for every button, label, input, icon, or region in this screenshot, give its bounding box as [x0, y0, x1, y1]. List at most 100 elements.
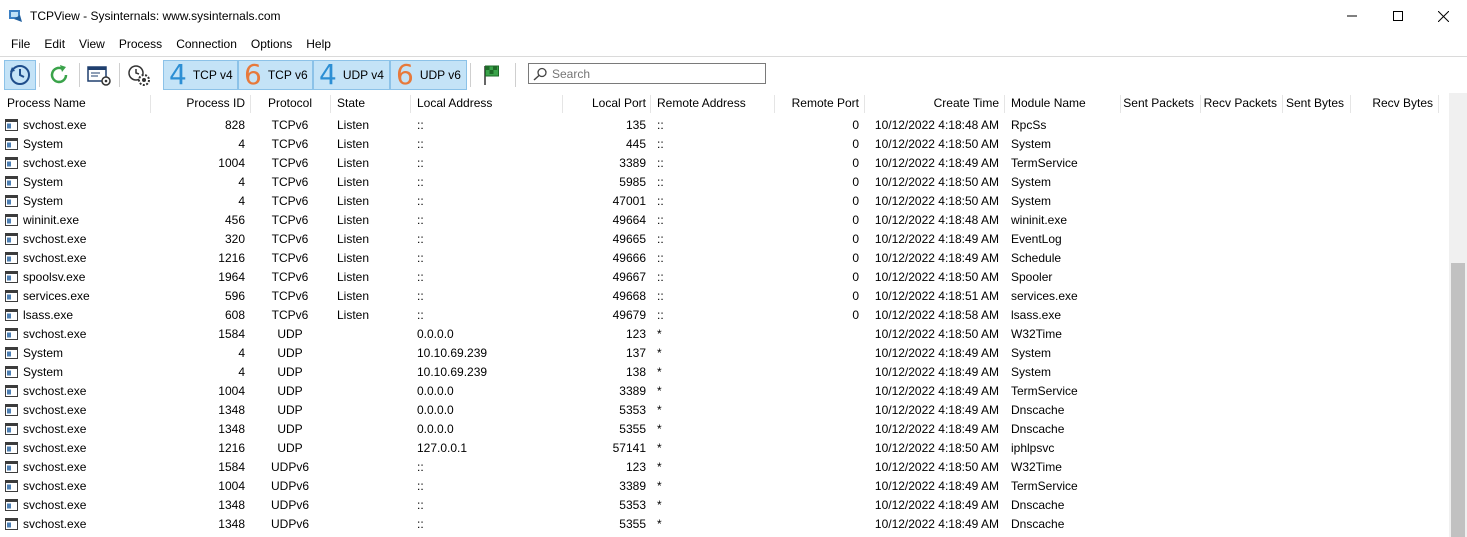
cell-remote-address: :: — [657, 270, 664, 284]
table-row[interactable]: wininit.exe 456 TCPv6 Listen:: 49664:: 0 10/12… — [0, 211, 1449, 230]
column-header-sent-packets[interactable]: Sent Packets — [1120, 93, 1194, 115]
menu-help[interactable]: Help — [299, 33, 338, 55]
column-header-protocol[interactable]: Protocol — [250, 93, 330, 115]
cell-module-name: lsass.exe — [1011, 308, 1062, 322]
column-header-recv-packets[interactable]: Recv Packets — [1200, 93, 1277, 115]
process-icon — [5, 461, 18, 473]
table-row[interactable]: svchost.exe 1348 UDP 0.0.0.0 5355 * 10/12/2022… — [0, 420, 1449, 439]
clock-refresh-icon — [10, 65, 30, 85]
table-row[interactable]: svchost.exe 1584 UDP 0.0.0.0 123 * 10/12/2022 … — [0, 325, 1449, 344]
udp-v4-toggle[interactable]: 4 UDP v4 — [313, 60, 390, 90]
menu-options[interactable]: Options — [244, 33, 299, 55]
cell-process-id: 1216 — [218, 441, 245, 455]
cell-module-name: System — [1011, 365, 1052, 379]
column-header-process-name[interactable]: Process Name — [7, 93, 147, 115]
cell-protocol: TCPv6 — [271, 270, 309, 284]
close-button[interactable] — [1420, 0, 1466, 32]
scrollbar-thumb[interactable] — [1451, 263, 1465, 537]
table-row[interactable]: svchost.exe 1348 UDP 0.0.0.0 5353 * 10/12/2022… — [0, 401, 1449, 420]
column-header-module-name[interactable]: Module Name — [1011, 93, 1116, 115]
table-row[interactable]: svchost.exe 1216 TCPv6 Listen:: 49666:: 0 10/1… — [0, 249, 1449, 268]
cell-module-name: W32Time — [1011, 460, 1062, 474]
show-unconnected-button[interactable] — [83, 60, 115, 90]
table-row[interactable]: svchost.exe 1584 UDPv6:: 123 * 10/12/2022 4:1… — [0, 458, 1449, 477]
table-row[interactable]: svchost.exe 1348 UDPv6:: 5353 * 10/12/2022 4:… — [0, 496, 1449, 515]
menu-edit[interactable]: Edit — [37, 33, 72, 55]
column-divider[interactable] — [330, 95, 331, 113]
maximize-button[interactable] — [1375, 0, 1421, 32]
cell-protocol: TCPv6 — [271, 175, 309, 189]
cell-process-id: 4 — [238, 365, 245, 379]
column-header-recv-bytes[interactable]: Recv Bytes — [1350, 93, 1433, 115]
menu-view[interactable]: View — [72, 33, 112, 55]
column-divider[interactable] — [1004, 95, 1005, 113]
cell-local-address: :: — [417, 232, 424, 246]
services-button[interactable] — [123, 60, 155, 90]
table-row[interactable]: System 4 TCPv6 Listen:: 445:: 0 10/12/2022 4:1… — [0, 135, 1449, 154]
process-icon — [5, 119, 18, 131]
udp-v6-toggle[interactable]: 6 UDP v6 — [390, 60, 467, 90]
table-row[interactable]: svchost.exe 1004 TCPv6 Listen:: 3389:: 0 10/12… — [0, 154, 1449, 173]
column-header-create-time[interactable]: Create Time — [864, 93, 999, 115]
pause-refresh-button[interactable] — [4, 60, 36, 90]
window-settings-icon — [87, 66, 111, 86]
column-header-remote-port[interactable]: Remote Port — [774, 93, 859, 115]
column-divider[interactable] — [410, 95, 411, 113]
tcp-v6-toggle[interactable]: 6 TCP v6 — [238, 60, 313, 90]
cell-protocol: UDPv6 — [270, 460, 309, 474]
column-header-local-address[interactable]: Local Address — [417, 93, 547, 115]
table-row[interactable]: System 4 TCPv6 Listen:: 5985:: 0 10/12/2022 4:… — [0, 173, 1449, 192]
cell-process-name: svchost.exe — [23, 327, 87, 341]
table-row[interactable]: svchost.exe 1348 UDPv6:: 5355 * 10/12/2022 4:… — [0, 515, 1449, 534]
cell-protocol: UDPv6 — [270, 517, 309, 531]
column-divider[interactable] — [650, 95, 651, 113]
table-row[interactable]: svchost.exe 1004 UDP 0.0.0.0 3389 * 10/12/2022… — [0, 382, 1449, 401]
process-icon — [5, 233, 18, 245]
cell-local-address: :: — [417, 270, 424, 284]
table-row[interactable]: System 4 UDP 10.10.69.239 138 * 10/12/2022 4:1… — [0, 363, 1449, 382]
table-row[interactable]: spoolsv.exe 1964 TCPv6 Listen:: 49667:: 0 10/1… — [0, 268, 1449, 287]
column-header-state[interactable]: State — [337, 93, 407, 115]
process-icon — [5, 366, 18, 378]
column-header-sent-bytes[interactable]: Sent Bytes — [1282, 93, 1344, 115]
highlight-flag-button[interactable] — [475, 60, 507, 90]
table-row[interactable]: services.exe 596 TCPv6 Listen:: 49668:: 0 10/1… — [0, 287, 1449, 306]
cell-remote-address: :: — [657, 175, 664, 189]
table-row[interactable]: lsass.exe 608 TCPv6 Listen:: 49679:: 0 10/12/2… — [0, 306, 1449, 325]
menu-file[interactable]: File — [4, 33, 37, 55]
cell-local-address: :: — [417, 251, 424, 265]
table-row[interactable]: System 4 UDP 10.10.69.239 137 * 10/12/2022 4:1… — [0, 344, 1449, 363]
minimize-button[interactable] — [1329, 0, 1375, 32]
menu-connection[interactable]: Connection — [169, 33, 244, 55]
menu-process[interactable]: Process — [112, 33, 169, 55]
cell-process-id: 4 — [238, 137, 245, 151]
cell-create-time: 10/12/2022 4:18:58 AM — [874, 308, 999, 322]
table-row[interactable]: System 4 TCPv6 Listen:: 47001:: 0 10/12/2022 4… — [0, 192, 1449, 211]
search-box[interactable] — [528, 63, 766, 84]
cell-process-name: lsass.exe — [23, 308, 74, 322]
cell-local-address: :: — [417, 460, 424, 474]
cell-local-port: 445 — [625, 137, 646, 151]
cell-local-port: 5985 — [619, 175, 646, 189]
ipv6-icon: 6 — [244, 58, 262, 91]
cell-protocol: TCPv6 — [271, 118, 309, 132]
table-row[interactable]: svchost.exe 320 TCPv6 Listen:: 49665:: 0 10/12… — [0, 230, 1449, 249]
cell-process-id: 1004 — [218, 384, 245, 398]
toolbar-separator — [470, 63, 471, 87]
vertical-scrollbar[interactable] — [1449, 93, 1467, 537]
process-icon — [5, 328, 18, 340]
column-header-remote-address[interactable]: Remote Address — [657, 93, 772, 115]
refresh-button[interactable] — [43, 60, 75, 90]
udp-v6-label: UDP v6 — [419, 68, 461, 82]
tcp-v4-toggle[interactable]: 4 TCP v4 — [163, 60, 238, 90]
table-row[interactable]: svchost.exe 828 TCPv6 Listen:: 135:: 0 10/12/2… — [0, 116, 1449, 135]
cell-process-id: 1348 — [218, 517, 245, 531]
close-icon — [1437, 10, 1449, 22]
search-input[interactable] — [548, 66, 752, 81]
column-header-local-port[interactable]: Local Port — [562, 93, 646, 115]
column-divider[interactable] — [1438, 95, 1439, 113]
table-row[interactable]: svchost.exe 1004 UDPv6:: 3389 * 10/12/2022 4:… — [0, 477, 1449, 496]
table-row[interactable]: svchost.exe 1216 UDP 127.0.0.1 57141 * 10/12/2… — [0, 439, 1449, 458]
column-header-process-id[interactable]: Process ID — [150, 93, 245, 115]
cell-process-name: System — [23, 346, 64, 360]
